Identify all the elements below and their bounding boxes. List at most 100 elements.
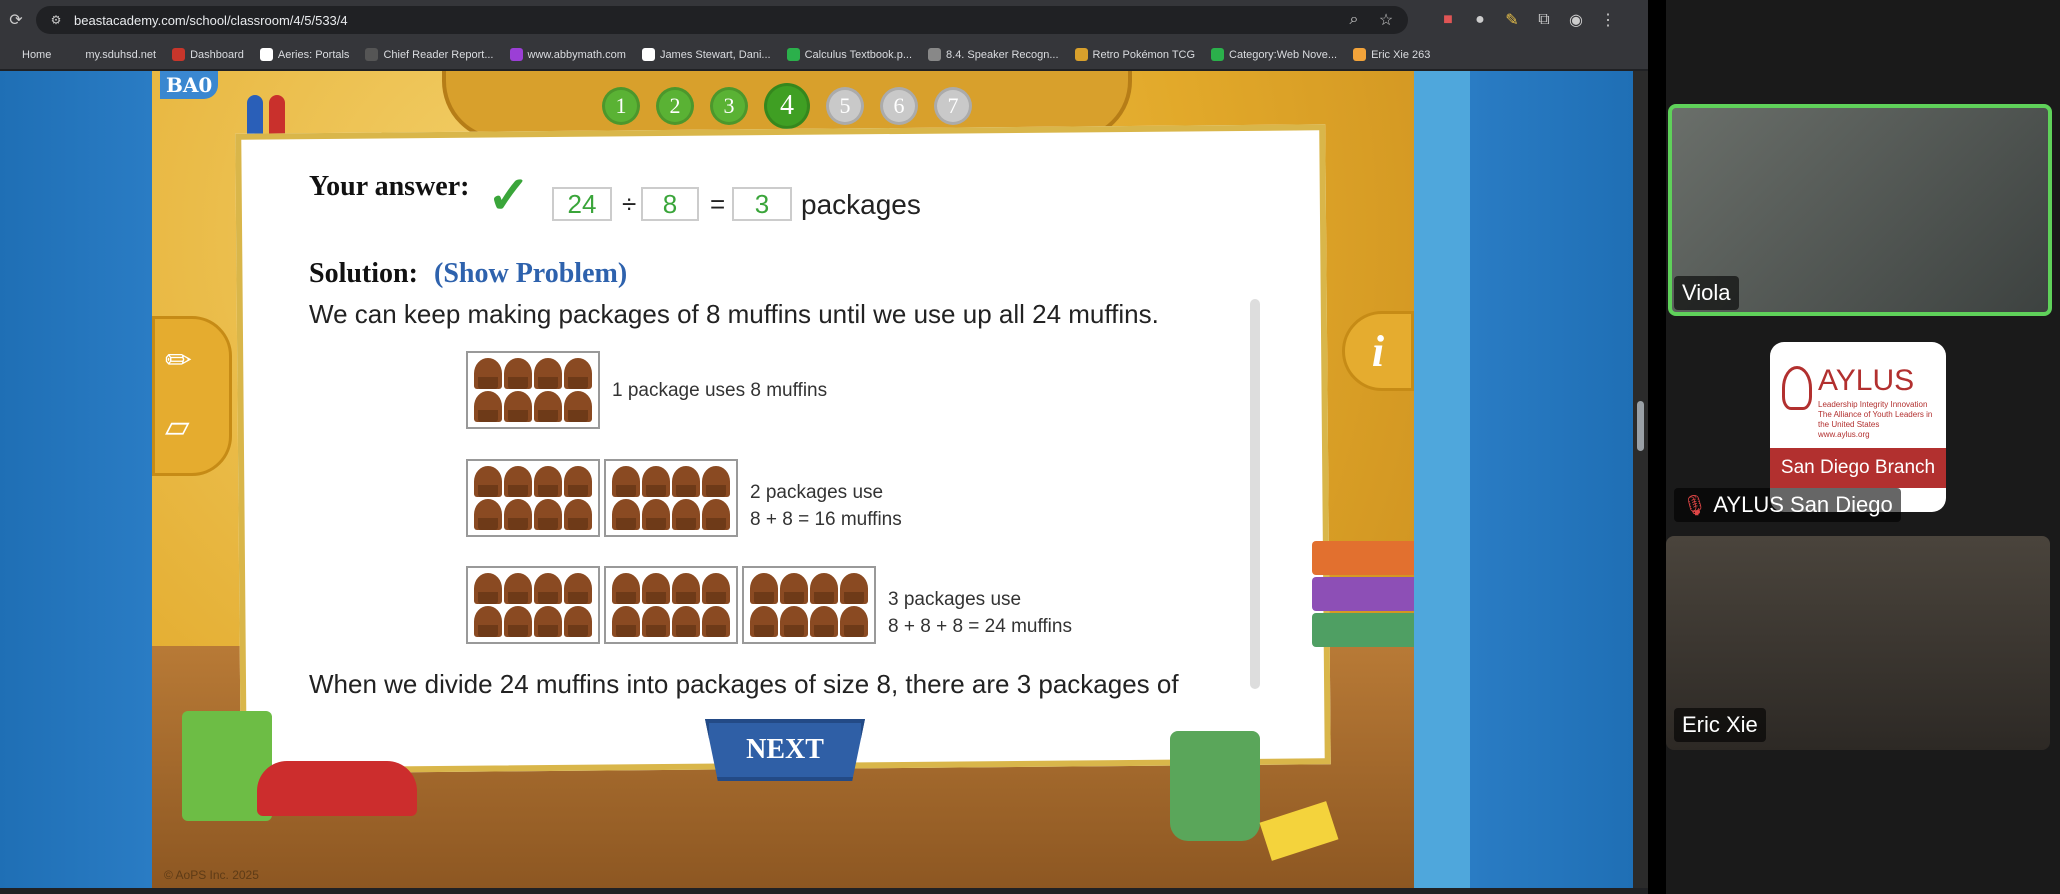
muffin-icon [672,573,700,604]
site-settings-icon[interactable]: ⚙ [48,8,64,32]
bookmark-item[interactable]: Calculus Textbook.p... [786,48,913,61]
page-scrollbar-thumb[interactable] [1637,401,1644,451]
muffin-icon [672,466,700,497]
participant-name-chip: 🎙 AYLUS San Diego [1674,488,1901,522]
bookmark-label: Calculus Textbook.p... [804,48,913,61]
show-problem-link[interactable]: (Show Problem) [434,258,627,290]
participant-tile-eric[interactable]: Eric Xie [1666,536,2060,750]
extension-icon[interactable]: ✎ [1500,8,1524,32]
info-button[interactable]: i [1342,311,1414,391]
participant-tile-aylus[interactable]: AYLUS Leadership Integrity Innovation Th… [1666,326,2060,536]
bookmark-item[interactable]: my.sduhsd.net [67,48,156,61]
progress-step-5[interactable]: 5 [826,87,864,125]
eraser-tool-icon[interactable]: ▱ [165,407,190,445]
menu-kebab-icon[interactable]: ⋮ [1596,8,1620,32]
muffin-icon [474,466,502,497]
extension-icon[interactable]: ■ [1436,8,1460,32]
solution-scrollbar[interactable] [1250,299,1260,689]
bookmark-favicon-icon [259,48,273,61]
reload-icon[interactable]: ⟳ [4,8,28,32]
mug-decoration [1170,731,1260,841]
divide-sign: ÷ [622,189,637,219]
equals-sign: = [710,189,726,219]
muffin-icon [702,573,730,604]
bookmark-star-icon[interactable]: ☆ [1374,8,1398,32]
correct-check-icon: ✓ [487,167,531,225]
muffin-icon [810,606,838,637]
bookmark-label: Category:Web Nove... [1229,48,1338,61]
bookmark-item[interactable]: James Stewart, Dani... [641,48,771,61]
zoom-icon[interactable]: ⌕ [1342,8,1366,32]
background-right-stripe [1414,71,1470,888]
page-viewport: © AoPS Inc. 2025 1234567 BA0 ✏ ▱ i Your … [0,71,1633,888]
muffin-package [466,351,600,429]
solution-intro: We can keep making packages of 8 muffins… [309,299,1159,329]
bookmark-label: 8.4. Speaker Recogn... [946,48,1059,61]
next-button[interactable]: NEXT [705,719,865,781]
bookmark-item[interactable]: Category:Web Nove... [1211,48,1337,61]
mic-muted-icon: 🎙 [1682,494,1708,517]
bookmark-item[interactable]: Home [4,48,51,61]
video-call-panel: Viola AYLUS Leadership Integrity Innovat… [1666,0,2060,894]
bookmark-label: Chief Reader Report... [383,48,494,61]
progress-step-6[interactable]: 6 [880,87,918,125]
muffin-icon [612,466,640,497]
book-icon [1312,541,1414,575]
muffin-icon [612,573,640,604]
bookmark-favicon-icon [786,48,800,61]
bookmark-label: my.sduhsd.net [85,48,157,61]
progress-step-1[interactable]: 1 [602,87,640,125]
package-label: 1 package uses 8 muffins [612,377,827,404]
progress-step-7[interactable]: 7 [934,87,972,125]
books-decoration [1312,541,1414,711]
package-label-line2: 8 + 8 = 16 muffins [750,509,902,530]
muffin-package [466,566,600,644]
muffin-icon [840,573,868,604]
participant-name-chip: Eric Xie [1674,708,1766,742]
muffin-icon [504,573,532,604]
bookmark-item[interactable]: Chief Reader Report... [365,48,494,61]
bookmark-label: Retro Pokémon TCG [1092,48,1196,61]
muffin-icon [534,466,562,497]
aylus-logo-card: AYLUS Leadership Integrity Innovation Th… [1770,342,1946,512]
omnibox[interactable]: ⚙ beastacademy.com/school/classroom/4/5/… [36,6,1408,34]
muffin-icon [702,499,730,530]
muffin-icon [504,606,532,637]
bookmark-item[interactable]: 8.4. Speaker Recogn... [928,48,1059,61]
muffin-icon [534,606,562,637]
info-icon: i [1371,326,1385,376]
participant-tile-viola[interactable]: Viola [1666,104,2060,316]
extension-icon[interactable]: ● [1468,8,1492,32]
bookmark-item[interactable]: www.abbymath.com [509,48,626,61]
progress-dots: 1234567 [602,83,972,129]
bookmark-item[interactable]: Aeries: Portals [259,48,349,61]
muffin-icon [750,606,778,637]
muffin-package [604,566,738,644]
muffin-package [742,566,876,644]
progress-step-4[interactable]: 4 [764,83,810,129]
aylus-website: www.aylus.org [1818,430,1870,439]
progress-step-2[interactable]: 2 [656,87,694,125]
beast-academy-logo[interactable]: BA0 [160,71,219,99]
bookmark-item[interactable]: Eric Xie 263 [1353,48,1430,61]
progress-step-3[interactable]: 3 [710,87,748,125]
url-text[interactable]: beastacademy.com/school/classroom/4/5/53… [74,13,348,28]
extensions-puzzle-icon[interactable]: ⧉ [1532,8,1556,32]
muffin-icon [810,573,838,604]
muffin-icon [612,499,640,530]
muffin-icon [780,573,808,604]
bookmark-item[interactable]: Retro Pokémon TCG [1074,48,1196,61]
muffin-icon [612,606,640,637]
muffin-icon [564,606,592,637]
participant-name: Viola [1682,280,1731,305]
pencil-tool-icon[interactable]: ✏ [165,341,192,379]
solution-label: Solution: [309,258,418,289]
aylus-branch: San Diego Branch [1770,448,1946,488]
package-label-line1: 1 package uses 8 muffins [612,380,828,401]
bookmark-label: Home [22,48,52,61]
profile-avatar-icon[interactable]: ◉ [1564,8,1588,32]
page-scrollbar[interactable] [1633,71,1648,888]
bookmark-item[interactable]: Dashboard [172,48,244,61]
book-icon [1312,577,1414,611]
bookmark-favicon-icon [641,48,655,61]
